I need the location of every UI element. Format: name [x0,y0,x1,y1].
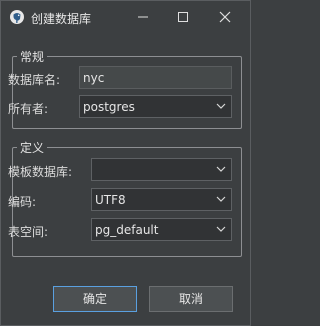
template-database-label: 模板数据库: [8,165,73,179]
close-icon [219,11,231,23]
close-button[interactable] [205,1,245,33]
ok-button[interactable]: 确定 [53,286,137,312]
database-name-field[interactable]: nyc [79,66,232,89]
cancel-button[interactable]: 取消 [149,286,233,312]
definition-group-legend: 定义 [17,139,48,156]
owner-select[interactable]: postgres [79,95,232,118]
tablespace-select[interactable]: pg_default [91,218,232,241]
owner-label: 所有者: [8,102,49,116]
database-name-label: 数据库名: [8,73,61,87]
chevron-down-icon[interactable] [211,159,231,180]
encoding-label: 编码: [8,195,37,209]
maximize-button[interactable] [163,1,203,33]
window-title: 创建数据库 [31,12,92,26]
tablespace-label: 表空间: [8,225,49,239]
title-bar[interactable]: 创建数据库 [1,1,250,33]
minimize-icon [138,16,148,18]
chevron-down-icon[interactable] [211,189,231,210]
tablespace-value: pg_default [95,223,159,237]
encoding-value: UTF8 [95,193,126,207]
encoding-select[interactable]: UTF8 [91,188,232,211]
maximize-icon [178,12,188,22]
database-name-value: nyc [83,71,105,85]
owner-value: postgres [83,100,135,114]
postgresql-elephant-icon [9,9,25,25]
chevron-down-icon[interactable] [211,96,231,117]
create-database-dialog: 创建数据库 常规 数据库名: nyc 所有者: postgres 定义 模板数据… [0,0,251,326]
chevron-down-icon[interactable] [211,219,231,240]
general-group-legend: 常规 [17,48,48,65]
template-database-select[interactable] [91,158,232,181]
minimize-button[interactable] [123,1,163,33]
